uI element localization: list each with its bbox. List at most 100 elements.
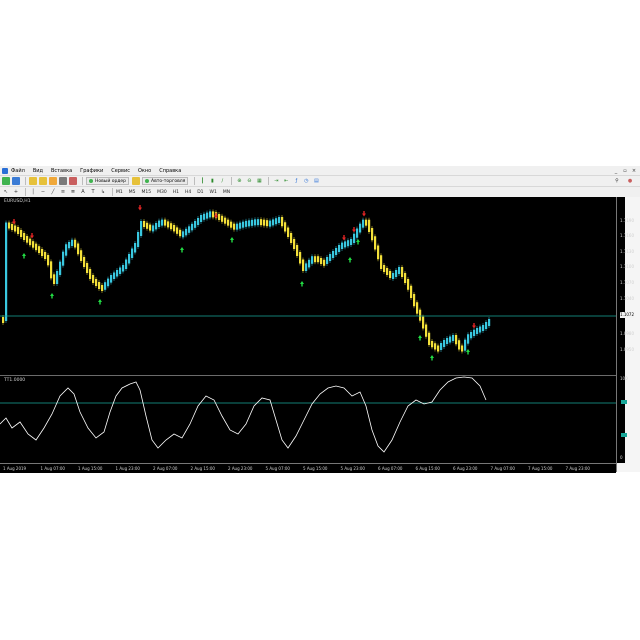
buy-signal-arrow-icon — [418, 335, 422, 341]
candle-body — [329, 254, 332, 261]
fibonacci-icon[interactable]: ≣ — [69, 188, 77, 196]
price-tick: 1.1070 — [620, 280, 634, 285]
menu-tools[interactable]: Сервис — [111, 168, 130, 174]
buy-signal-arrow-icon — [300, 281, 304, 287]
market-watch-icon[interactable] — [29, 177, 37, 185]
line-chart-icon[interactable]: ∕ — [218, 177, 226, 185]
candle-body — [23, 233, 26, 240]
text-tool-icon[interactable]: A — [79, 188, 87, 196]
tester-icon[interactable] — [69, 177, 77, 185]
candle-body — [467, 334, 470, 344]
chart-shift-icon[interactable]: ⇤ — [282, 177, 290, 185]
indicators-icon[interactable]: ƒ — [292, 177, 300, 185]
metaeditor-icon[interactable] — [132, 177, 141, 185]
candle-body — [182, 231, 185, 238]
new-chart-icon[interactable] — [2, 177, 10, 185]
buy-signal-arrow-icon — [98, 299, 103, 305]
bar-chart-icon[interactable]: ┃ — [198, 177, 206, 185]
candle-body — [341, 242, 344, 249]
minimize-icon[interactable]: _ — [613, 168, 619, 174]
tile-windows-icon[interactable]: ▦ — [255, 177, 263, 185]
candle-body — [326, 257, 329, 264]
candle-body — [281, 217, 284, 227]
templates-icon[interactable]: ▤ — [312, 177, 320, 185]
candle-body — [230, 221, 233, 228]
close-icon[interactable]: × — [631, 168, 637, 174]
menu-insert[interactable]: Вставка — [51, 168, 72, 174]
auto-trading-icon — [145, 179, 150, 183]
candle-body — [74, 239, 77, 248]
buy-signal-arrow-icon — [348, 257, 352, 263]
menu-file[interactable]: Файл — [11, 168, 25, 174]
cursor-icon[interactable]: ↖ — [2, 188, 10, 196]
candle-body — [479, 326, 482, 333]
trendline-icon[interactable]: ╱ — [49, 188, 57, 196]
candle-body — [35, 243, 38, 251]
price-tick: 1.1130 — [620, 249, 634, 254]
candle-body — [125, 259, 128, 269]
arrows-tool-icon[interactable]: ↳ — [99, 188, 107, 196]
timeframe-mn[interactable]: MN — [223, 190, 230, 195]
label-tool-icon[interactable]: T — [89, 188, 97, 196]
candle-body — [152, 225, 155, 232]
chart-window[interactable]: EURUSD,H1 TT1.0000 1 Aug 2019 1 Aug 07:00… — [0, 197, 640, 473]
timeframe-m1[interactable]: M1 — [116, 190, 123, 195]
navigator-icon[interactable] — [49, 177, 57, 185]
auto-scroll-icon[interactable]: ⇥ — [272, 177, 280, 185]
sell-signal-arrow-icon — [472, 323, 476, 329]
timeframe-m15[interactable]: M15 — [142, 190, 152, 195]
auto-trading-button[interactable]: Авто-торговля — [142, 177, 189, 185]
candle-body — [368, 219, 371, 232]
candle-body — [422, 316, 425, 329]
candle-body — [206, 212, 209, 219]
price-panel[interactable]: EURUSD,H1 — [0, 197, 616, 373]
timeframe-d1[interactable]: D1 — [197, 190, 203, 195]
vertical-line-icon[interactable]: │ — [29, 188, 37, 196]
candle-body — [110, 275, 113, 283]
candle-body — [263, 219, 266, 226]
time-axis-label: 7 Aug 07:00 — [490, 466, 515, 471]
candle-body — [59, 261, 62, 275]
candle-body — [374, 236, 377, 250]
timeframe-w1[interactable]: W1 — [210, 190, 217, 195]
timeframe-h4[interactable]: H4 — [185, 190, 191, 195]
restore-icon[interactable]: ▫ — [622, 168, 628, 174]
candle-body — [62, 251, 65, 266]
timeframe-h1[interactable]: H1 — [173, 190, 179, 195]
candlestick-icon[interactable]: ▮ — [208, 177, 216, 185]
crosshair-icon[interactable]: + — [12, 188, 20, 196]
timeframe-m30[interactable]: M30 — [157, 190, 167, 195]
account-icon[interactable]: ● — [626, 177, 634, 185]
candle-body — [299, 252, 302, 264]
candle-body — [155, 223, 158, 230]
profiles-icon[interactable] — [12, 177, 20, 185]
candle-body — [371, 228, 374, 241]
candle-body — [50, 261, 53, 279]
candle-body — [434, 343, 437, 350]
new-order-button[interactable]: Новый ордер — [86, 177, 130, 185]
oscillator-panel[interactable]: TT1.0000 — [0, 375, 616, 464]
periods-icon[interactable]: ◷ — [302, 177, 310, 185]
zoom-out-icon[interactable]: ⊖ — [245, 177, 253, 185]
candle-body — [320, 258, 323, 264]
menu-view[interactable]: Вид — [33, 168, 43, 174]
horizontal-line-icon[interactable]: ─ — [39, 188, 47, 196]
menu-help[interactable]: Справка — [159, 168, 181, 174]
current-price-tag: 1.1072 — [620, 312, 634, 318]
time-axis-label: 1 Aug 07:00 — [40, 466, 65, 471]
candle-body — [485, 322, 488, 329]
candle-body — [203, 213, 206, 220]
timeframe-m5[interactable]: M5 — [129, 190, 136, 195]
menu-window[interactable]: Окно — [138, 168, 151, 174]
search-icon[interactable]: ⚲ — [613, 177, 621, 185]
channel-icon[interactable]: ≡ — [59, 188, 67, 196]
candle-body — [380, 255, 383, 269]
candle-body — [419, 309, 422, 321]
terminal-icon[interactable] — [59, 177, 67, 185]
zoom-in-icon[interactable]: ⊕ — [235, 177, 243, 185]
data-window-icon[interactable] — [39, 177, 47, 185]
candle-body — [95, 279, 98, 286]
menu-charts[interactable]: Графики — [80, 168, 103, 174]
candle-body — [14, 225, 17, 232]
candle-body — [383, 265, 386, 272]
